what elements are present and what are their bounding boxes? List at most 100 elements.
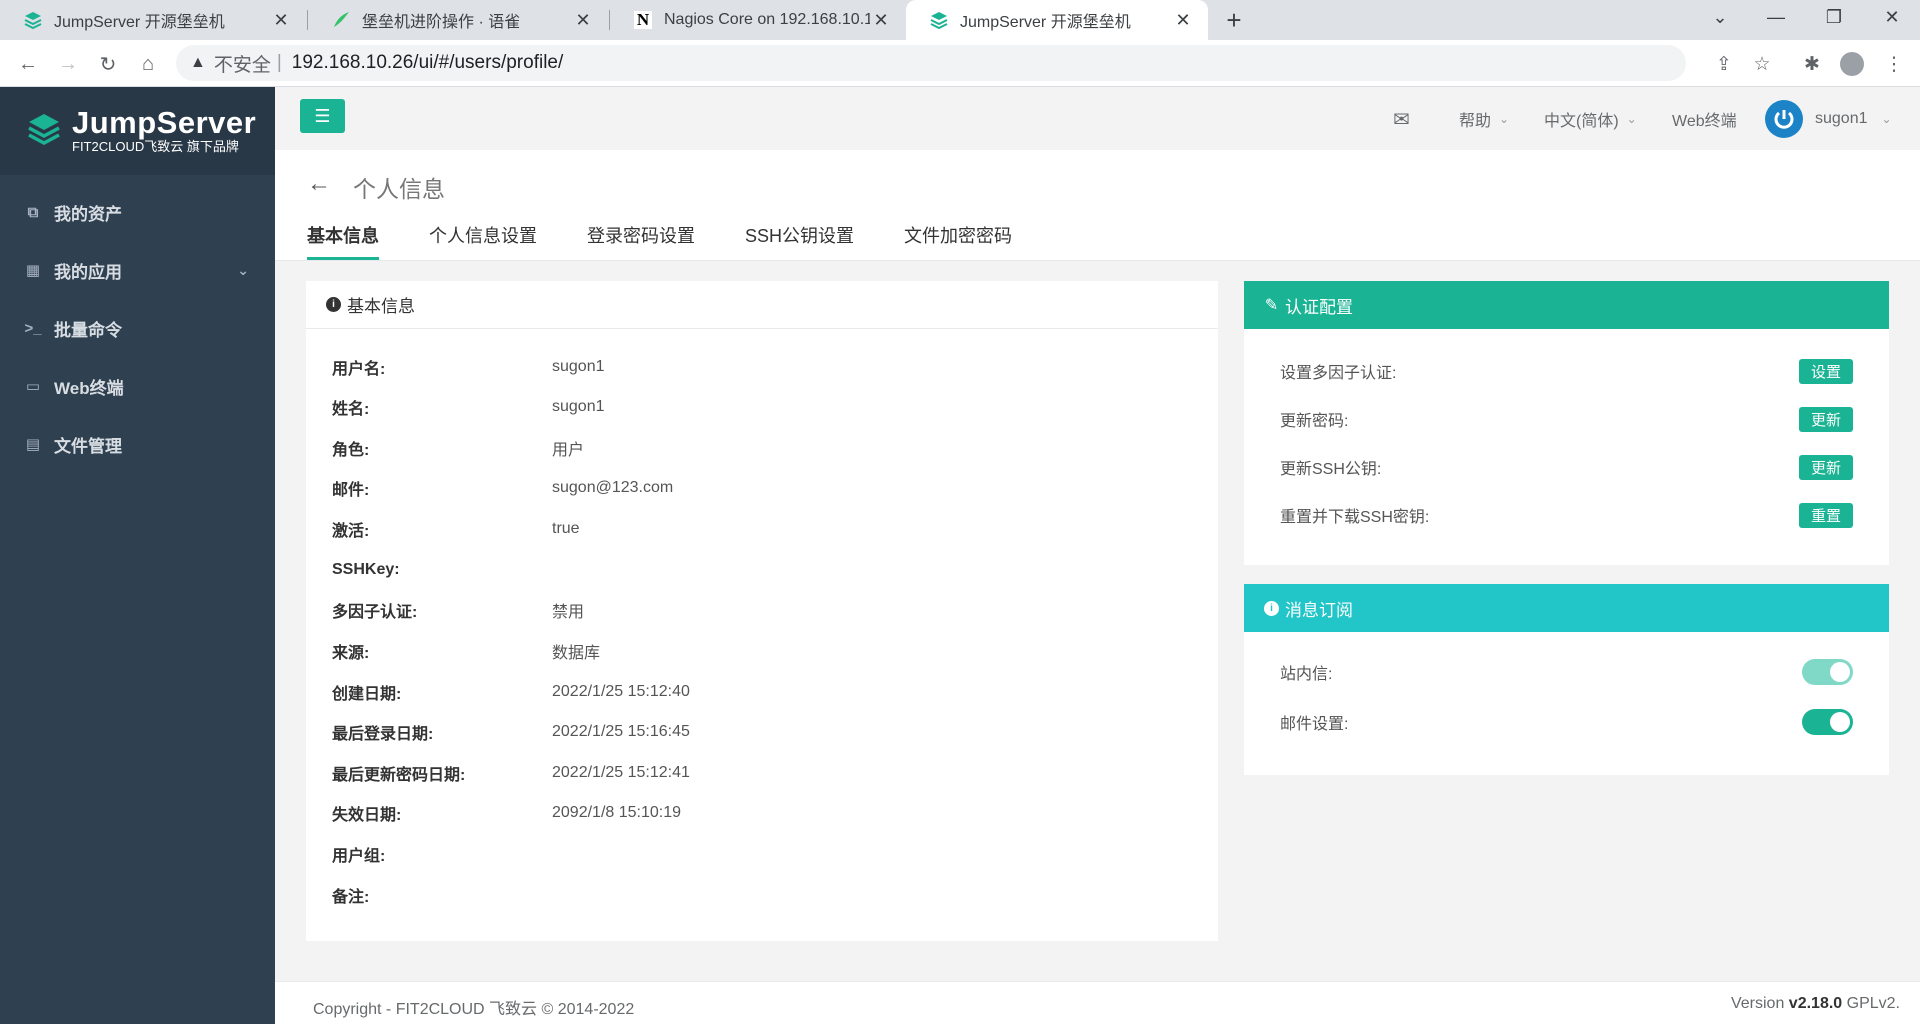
back-arrow-icon[interactable]: ← — [307, 170, 331, 198]
tab-profile-settings[interactable]: 个人信息设置 — [429, 222, 537, 260]
chevron-down-icon: ⌄ — [1499, 112, 1510, 126]
page-heading: ← 个人信息 基本信息 个人信息设置 登录密码设置 SSH公钥设置 文件加密密码 — [275, 150, 1920, 261]
email-toggle[interactable] — [1802, 709, 1853, 735]
basic-info-header: i 基本信息 — [306, 281, 1218, 329]
logo-subtitle: FIT2CLOUD飞致云 旗下品牌 — [72, 139, 239, 154]
copyright: Copyright - FIT2CLOUD 飞致云 © 2014-2022 — [313, 1001, 635, 1018]
browser-toolbar: ← → ↻ ⌂ ▲ 不安全 | 192.168.10.26/ui/#/users… — [0, 40, 1920, 87]
home-icon[interactable]: ⌂ — [132, 48, 164, 80]
update-ssh-key-button[interactable]: 更新 — [1798, 454, 1853, 480]
profile-icon[interactable] — [1836, 48, 1868, 80]
menu-toggle-button[interactable]: ☰ — [300, 99, 345, 133]
restore-button[interactable]: ❐ — [1804, 0, 1864, 34]
close-tab-icon[interactable]: ✕ — [572, 9, 594, 31]
forward-arrow-icon[interactable]: → — [52, 48, 84, 80]
message-subscription-panel: i 消息订阅 站内信: 邮件设置: — [1244, 584, 1889, 775]
auth-row-ssh-key: 更新SSH公钥: 更新 — [1280, 452, 1853, 482]
assets-icon: ⧉ — [27, 203, 39, 221]
terminal-icon: >_ — [24, 319, 42, 337]
auth-config-panel: ✎ 认证配置 设置多因子认证: 设置 更新密码: 更新 更新SSH公钥: 更新 … — [1244, 281, 1889, 565]
nagios-favicon-icon: N — [634, 10, 652, 29]
power-icon — [1774, 110, 1794, 129]
url-text[interactable]: 192.168.10.26/ui/#/users/profile/ — [292, 52, 563, 74]
tab-search-chevron-icon[interactable]: ⌄ — [1690, 0, 1750, 34]
top-header: ☰ ✉ 帮助 ⌄ 中文(简体) ⌄ Web终端 sugon1 ⌄ — [275, 87, 1920, 150]
site-message-toggle[interactable] — [1802, 659, 1853, 685]
info-row-password-updated: 最后更新密码日期: 2022/1/25 15:12:41 — [332, 764, 690, 784]
close-window-button[interactable]: ✕ — [1862, 0, 1920, 34]
user-dropdown[interactable]: sugon1 ⌄ — [1765, 99, 1892, 139]
footer: Copyright - FIT2CLOUD 飞致云 © 2014-2022 Ve… — [275, 981, 1920, 1024]
panel-title: 认证配置 — [1285, 297, 1353, 317]
info-row-expiry: 失效日期: 2092/1/8 15:10:19 — [332, 804, 682, 824]
sidebar-item-web-terminal[interactable]: ▭ Web终端 — [0, 357, 275, 415]
tab-password-settings[interactable]: 登录密码设置 — [587, 222, 695, 260]
language-dropdown[interactable]: 中文(简体) ⌄ — [1544, 105, 1637, 133]
panel-title: 消息订阅 — [1285, 600, 1353, 620]
info-row-source: 来源: 数据库 — [332, 645, 601, 662]
auth-row-password: 更新密码: 更新 — [1280, 404, 1853, 434]
chevron-down-icon: ⌄ — [1626, 112, 1637, 126]
logo-name: JumpServer — [72, 105, 257, 140]
web-terminal-label: Web终端 — [1672, 113, 1737, 130]
subscription-header: i 消息订阅 — [1244, 584, 1889, 632]
web-terminal-link[interactable]: Web终端 — [1672, 105, 1737, 133]
sidebar: JumpServer FIT2CLOUD飞致云 旗下品牌 ⧉ 我的资产 ▦ 我的… — [0, 87, 275, 1024]
address-bar[interactable]: ▲ 不安全 | 192.168.10.26/ui/#/users/profile… — [176, 45, 1686, 81]
sidebar-item-batch-command[interactable]: >_ 批量命令 — [0, 299, 275, 357]
auth-config-header: ✎ 认证配置 — [1244, 281, 1889, 329]
info-row-mfa: 多因子认证: 禁用 — [332, 604, 585, 621]
browser-tab-2[interactable]: 堡垒机进阶操作 · 语雀 ✕ — [308, 0, 608, 40]
version-info: Version v2.18.0 GPLv2. — [1730, 995, 1900, 1012]
subscription-row-site-message: 站内信: — [1280, 657, 1853, 687]
reset-ssh-key-button[interactable]: 重置 — [1798, 502, 1853, 528]
basic-info-panel: i 基本信息 用户名: sugon1 姓名: sugon1 角色: 用户 邮件:… — [306, 281, 1218, 941]
tab-basic-info[interactable]: 基本信息 — [307, 222, 379, 260]
browser-tab-4-active[interactable]: JumpServer 开源堡垒机 ✕ — [906, 0, 1208, 40]
new-tab-button[interactable]: + — [1218, 4, 1250, 36]
chevron-down-icon: ⌄ — [1881, 112, 1892, 126]
sidebar-item-label: Web终端 — [54, 378, 124, 398]
close-tab-icon[interactable]: ✕ — [870, 9, 892, 31]
profile-tabs: 基本信息 个人信息设置 登录密码设置 SSH公钥设置 文件加密密码 — [307, 222, 1062, 260]
share-icon[interactable]: ⇪ — [1708, 48, 1740, 80]
setup-mfa-button[interactable]: 设置 — [1798, 358, 1853, 384]
info-row-groups: 用户组: — [332, 848, 386, 865]
tab-ssh-key-settings[interactable]: SSH公钥设置 — [745, 222, 854, 260]
close-tab-icon[interactable]: ✕ — [1172, 9, 1194, 31]
page-title: 个人信息 — [353, 176, 445, 202]
browser-menu-icon[interactable]: ⋮ — [1878, 48, 1910, 80]
browser-tab-1[interactable]: JumpServer 开源堡垒机 ✕ — [0, 0, 306, 40]
warning-icon[interactable]: ▲ — [190, 54, 206, 72]
logo[interactable]: JumpServer FIT2CLOUD飞致云 旗下品牌 — [0, 87, 275, 175]
reload-icon[interactable]: ↻ — [92, 48, 124, 80]
close-tab-icon[interactable]: ✕ — [270, 9, 292, 31]
minimize-button[interactable]: — — [1746, 0, 1806, 34]
sidebar-item-label: 我的应用 — [54, 262, 122, 282]
insecure-label[interactable]: 不安全 — [214, 50, 271, 77]
file-icon: ▤ — [25, 436, 41, 453]
sidebar-item-label: 文件管理 — [54, 436, 122, 456]
mail-icon[interactable]: ✉ — [1393, 105, 1410, 133]
sidebar-item-my-apps[interactable]: ▦ 我的应用 ⌄ — [0, 241, 275, 299]
info-row-role: 角色: 用户 — [332, 442, 585, 459]
sidebar-item-label: 我的资产 — [54, 204, 122, 224]
update-password-button[interactable]: 更新 — [1798, 406, 1853, 432]
star-icon[interactable]: ☆ — [1746, 48, 1778, 80]
jumpserver-favicon-icon — [930, 11, 948, 29]
tab-file-encryption-password[interactable]: 文件加密密码 — [904, 222, 1012, 260]
help-dropdown[interactable]: 帮助 ⌄ — [1459, 105, 1509, 133]
auth-row-mfa: 设置多因子认证: 设置 — [1280, 356, 1853, 386]
sidebar-item-file-manager[interactable]: ▤ 文件管理 — [0, 415, 275, 473]
browser-tab-3[interactable]: N Nagios Core on 192.168.10.110 ✕ — [610, 0, 906, 40]
auth-row-reset-ssh: 重置并下载SSH密钥: 重置 — [1280, 500, 1853, 530]
info-row-email: 邮件: sugon@123.com — [332, 479, 674, 499]
back-arrow-icon[interactable]: ← — [12, 48, 44, 80]
panel-title: 基本信息 — [347, 297, 415, 316]
sidebar-item-my-assets[interactable]: ⧉ 我的资产 — [0, 183, 275, 241]
grid-icon: ▦ — [25, 262, 41, 279]
extensions-icon[interactable]: ✱ — [1796, 48, 1828, 80]
window-icon: ▭ — [25, 378, 41, 395]
jumpserver-favicon-icon — [24, 11, 42, 29]
info-row-sshkey: SSHKey: — [332, 561, 400, 578]
